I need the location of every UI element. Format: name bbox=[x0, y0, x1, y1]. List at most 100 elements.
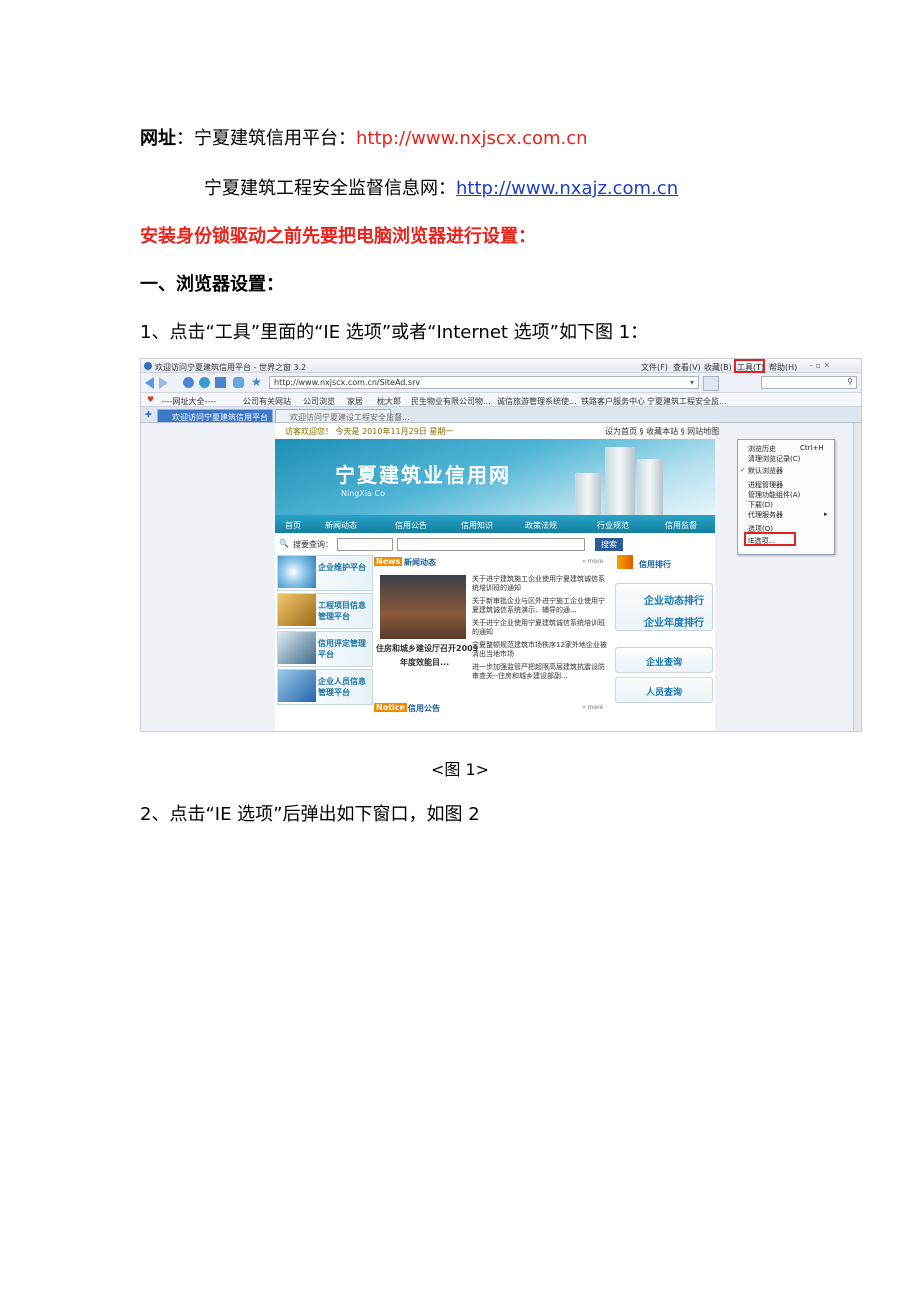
left-box[interactable]: 信用评定管理平台 bbox=[277, 631, 373, 667]
url-label: 网址 bbox=[140, 128, 176, 149]
left-box[interactable]: 企业人员信息管理平台 bbox=[277, 669, 373, 705]
building-image bbox=[575, 473, 601, 515]
news-item[interactable]: 进一步加强监管严把超限高层建筑抗震设防审查关--住房和城乡建设部副... bbox=[472, 663, 610, 681]
nav-item[interactable]: 政策法规 bbox=[525, 520, 557, 531]
news-item[interactable]: 关于进宁建筑施工企业使用宁夏建筑诚信系统培训班的通知 bbox=[472, 575, 610, 593]
news-photo bbox=[380, 575, 466, 639]
person-query-label: 人员查询 bbox=[646, 688, 683, 698]
tab-active[interactable]: 欢迎访问宁夏建筑信用平台 bbox=[157, 409, 273, 422]
building-image bbox=[605, 447, 635, 515]
minimize-icon[interactable]: – ▫ ✕ bbox=[809, 361, 830, 370]
menu-help[interactable]: 帮助(H) bbox=[769, 362, 797, 373]
nav-item[interactable]: 信用公告 bbox=[395, 520, 427, 531]
tab-label: 欢迎访问宁夏建筑信用平台 bbox=[172, 413, 268, 422]
search-icon[interactable]: ⚲ bbox=[847, 377, 853, 386]
url-line-2: 宁夏建筑工程安全监督信息网：http://www.nxajz.com.cn bbox=[204, 174, 678, 200]
site-name-1: 宁夏建筑信用平台： bbox=[194, 128, 356, 149]
search-input[interactable]: ⚲ bbox=[761, 376, 857, 389]
rank-button[interactable]: 企业动态排行 bbox=[644, 592, 704, 607]
fav-item[interactable]: 铁路客户服务中心 bbox=[581, 396, 645, 407]
box-image bbox=[278, 670, 316, 702]
star-icon[interactable]: ★ bbox=[251, 375, 262, 389]
menu-file[interactable]: 文件(F) bbox=[641, 362, 668, 373]
new-tab-icon[interactable]: ✚ bbox=[145, 410, 152, 419]
chart-icon bbox=[617, 555, 633, 569]
rank-button[interactable]: 企业年度排行 bbox=[644, 614, 704, 629]
news-list: 关于进宁建筑施工企业使用宁夏建筑诚信系统培训班的通知 关于新审批企业与区外进宁施… bbox=[472, 575, 610, 685]
website: 访客欢迎您！ 今天是 2010年11月29日 星期一 设为首页 § 收藏本站 §… bbox=[275, 423, 719, 731]
site-url-2[interactable]: http://www.nxajz.com.cn bbox=[456, 178, 678, 199]
address-dropdown-icon[interactable]: ▾ bbox=[690, 378, 694, 387]
rank-title: 信用排行 bbox=[639, 560, 671, 569]
news-title: 新闻动态 bbox=[404, 558, 436, 567]
left-box-label: 企业人员信息管理平台 bbox=[318, 677, 366, 697]
fav-item[interactable]: 诚信旅游管理系统使... bbox=[497, 396, 577, 407]
rank-box: 企业动态排行 企业年度排行 bbox=[615, 583, 713, 631]
left-box[interactable]: 企业维护平台 bbox=[277, 555, 373, 591]
menu-item-addons[interactable]: 管理功能组件(A) bbox=[748, 490, 800, 500]
menu-item-download[interactable]: 下载(D) bbox=[748, 500, 773, 510]
person-query-button[interactable]: 人员查询 bbox=[615, 677, 713, 703]
browser-logo-icon bbox=[144, 362, 152, 370]
menu-item-history[interactable]: 浏览历史 bbox=[748, 444, 776, 454]
stop-icon[interactable] bbox=[183, 377, 194, 388]
menu-shortcut: Ctrl+H bbox=[800, 444, 824, 452]
query-label: 搜要查询： bbox=[293, 540, 333, 549]
url-colon: ： bbox=[176, 128, 194, 149]
left-box[interactable]: 工程项目信息管理平台 bbox=[277, 593, 373, 629]
fav-item[interactable]: ----网址大全---- bbox=[161, 396, 216, 407]
address-bar[interactable]: http://www.nxjscx.com.cn/SiteAd.srv ▾ bbox=[269, 376, 699, 389]
home-icon[interactable] bbox=[215, 377, 226, 388]
step-1-text: 1、点击“工具”里面的“IE 选项”或者“Internet 选项”如下图 1： bbox=[140, 322, 649, 343]
refresh-icon[interactable] bbox=[199, 377, 210, 388]
menu-item-process[interactable]: 进程管理器 bbox=[748, 480, 783, 490]
back-icon[interactable] bbox=[145, 377, 154, 389]
menu-item-clear[interactable]: 清理浏览记录(C) bbox=[748, 454, 800, 464]
nav-item[interactable]: 信用监督 bbox=[665, 520, 697, 531]
fav-item[interactable]: 民生物业有限公司物... bbox=[411, 396, 491, 407]
site-name-2: 宁夏建筑工程安全监督信息网： bbox=[204, 178, 456, 199]
nav-item[interactable]: 新闻动态 bbox=[325, 520, 357, 531]
nav-item[interactable]: 首页 bbox=[285, 520, 301, 531]
go-icon[interactable] bbox=[703, 376, 719, 391]
scrollbar[interactable] bbox=[853, 423, 861, 731]
fav-item[interactable]: 公司有关网站 bbox=[243, 396, 291, 407]
notice-more[interactable]: » more bbox=[582, 704, 603, 711]
menu-item-default[interactable]: 默认浏览器 bbox=[748, 466, 783, 476]
company-query-button[interactable]: 企业查询 bbox=[615, 647, 713, 673]
tab-label: 欢迎访问宁夏建设工程安全监督... bbox=[290, 413, 410, 422]
forward-icon[interactable] bbox=[159, 377, 168, 389]
news-section: News 新闻动态 » more 住房和城乡建设厅召开2009 年度效能目...… bbox=[374, 555, 612, 713]
query-bar: 🔍 搜要查询： 搜索 bbox=[275, 536, 715, 552]
ie-options-highlight-box bbox=[744, 532, 796, 546]
top-links[interactable]: 设为首页 § 收藏本站 § 网站地图 bbox=[605, 426, 719, 437]
company-query-label: 企业查询 bbox=[646, 658, 683, 668]
tab-inactive[interactable]: 欢迎访问宁夏建设工程安全监督... bbox=[275, 409, 410, 422]
undo-icon[interactable] bbox=[233, 377, 244, 388]
nav-item[interactable]: 行业规范 bbox=[597, 520, 629, 531]
site-nav: 首页 新闻动态 信用公告 信用知识 政策法规 行业规范 信用监督 bbox=[275, 515, 715, 533]
fav-item[interactable]: 家居 bbox=[347, 396, 363, 407]
news-item[interactable]: 关于进宁企业使用宁夏建筑诚信系统培训班的通知 bbox=[472, 619, 610, 637]
nav-item[interactable]: 信用知识 bbox=[461, 520, 493, 531]
photo-caption: 年度效能目... bbox=[400, 658, 450, 667]
fav-item[interactable]: 宁夏建筑工程安全监... bbox=[647, 396, 727, 407]
banner-title: 宁夏建筑业信用网 bbox=[335, 463, 511, 487]
site-url-1[interactable]: http://www.nxjscx.com.cn bbox=[356, 128, 588, 149]
left-box-label: 工程项目信息管理平台 bbox=[318, 601, 366, 621]
figure-caption: <图 1> bbox=[430, 760, 490, 779]
fav-item[interactable]: 枕大郎 bbox=[377, 396, 401, 407]
query-select[interactable] bbox=[337, 538, 393, 551]
nav-bar: ★ http://www.nxjscx.com.cn/SiteAd.srv ▾ … bbox=[141, 373, 861, 393]
menu-view[interactable]: 查看(V) bbox=[673, 362, 701, 373]
notice-tag: Notice bbox=[374, 703, 407, 712]
news-more[interactable]: » more bbox=[582, 558, 603, 565]
search-button[interactable]: 搜索 bbox=[595, 538, 623, 551]
fav-item[interactable]: 公司浏览 bbox=[303, 396, 335, 407]
query-input[interactable] bbox=[397, 538, 585, 551]
news-item[interactable]: 关于新审批企业与区外进宁施工企业使用宁夏建筑诚信系统演示、辅导的通... bbox=[472, 597, 610, 615]
menu-item-proxy[interactable]: 代理服务器 bbox=[748, 510, 783, 520]
menu-favorites[interactable]: 收藏(B) bbox=[704, 362, 732, 373]
step-2-text: 2、点击“IE 选项”后弹出如下窗口，如图 2 bbox=[140, 804, 480, 825]
news-item[interactable]: 宁夏整顿规范建筑市场秩序12家外地企业被清出当地市场 bbox=[472, 641, 610, 659]
